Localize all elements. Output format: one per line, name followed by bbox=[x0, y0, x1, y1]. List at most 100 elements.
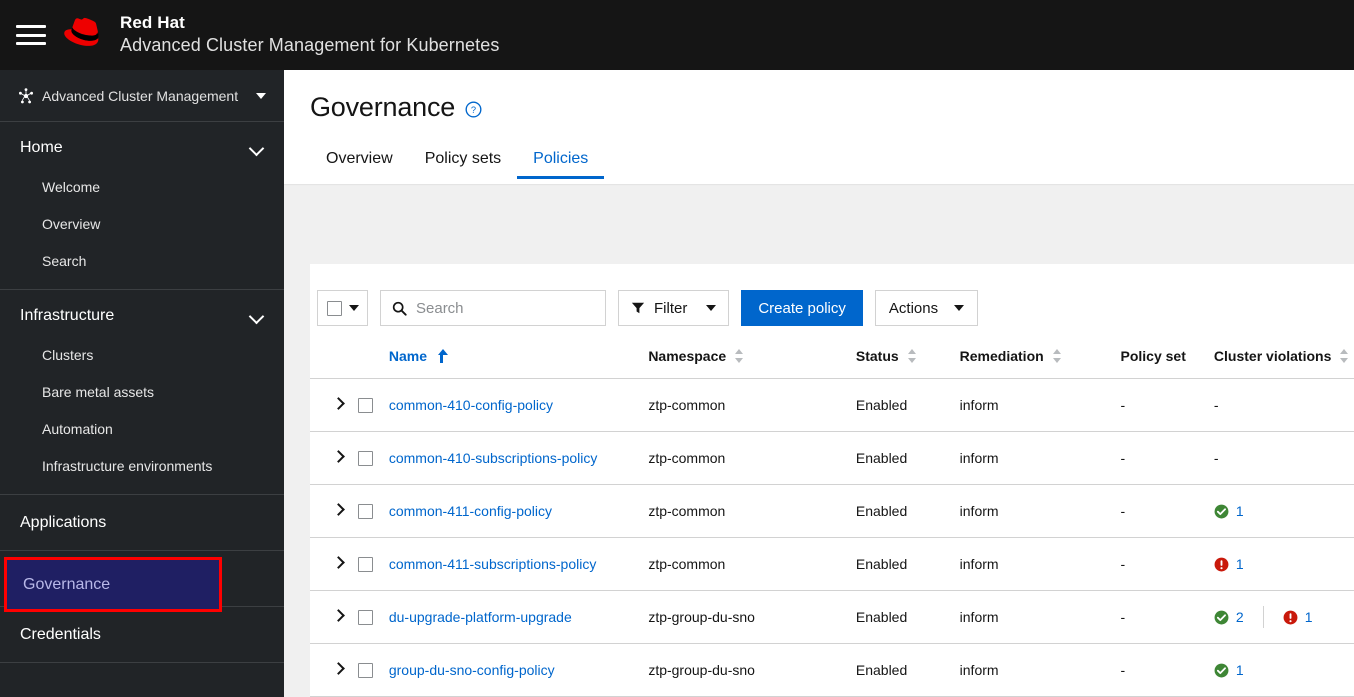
search-icon bbox=[392, 301, 407, 316]
tabs: Overview Policy sets Policies bbox=[310, 141, 1354, 179]
tab-policies[interactable]: Policies bbox=[517, 141, 605, 179]
policy-name-cell: common-411-subscriptions-policy bbox=[388, 537, 649, 591]
status-cell: Enabled bbox=[855, 537, 960, 591]
policy-name-link[interactable]: common-411-subscriptions-policy bbox=[389, 556, 596, 572]
red-hat-logo bbox=[64, 17, 99, 46]
caret-down-icon[interactable] bbox=[706, 305, 717, 311]
header-namespace[interactable]: Namespace bbox=[648, 344, 856, 379]
filter-dropdown[interactable]: Filter bbox=[618, 290, 730, 326]
chevron-down-icon[interactable] bbox=[250, 309, 264, 323]
sidebar-item-overview[interactable]: Overview bbox=[0, 205, 284, 242]
row-checkbox[interactable] bbox=[357, 610, 373, 626]
chevron-right-icon[interactable] bbox=[332, 450, 346, 464]
policy-set-cell: - bbox=[1120, 431, 1214, 485]
policy-name-link[interactable]: group-du-sno-config-policy bbox=[389, 662, 555, 678]
row-expand-cell bbox=[310, 590, 358, 644]
main-content: Governance ? Overview Policy sets Polici… bbox=[284, 70, 1354, 697]
actions-dropdown[interactable]: Actions bbox=[874, 290, 979, 326]
sidebar-item-governance[interactable]: Governance bbox=[0, 551, 284, 612]
header-policy-set[interactable]: Policy set bbox=[1120, 344, 1214, 379]
sidebar-item-bare-metal-assets[interactable]: Bare metal assets bbox=[0, 373, 284, 410]
row-expand-cell bbox=[310, 537, 358, 591]
sidebar-item-label: Governance bbox=[23, 575, 111, 593]
tab-policy-sets[interactable]: Policy sets bbox=[409, 141, 517, 179]
nav-group-infrastructure: Infrastructure Clusters Bare metal asset… bbox=[0, 290, 284, 495]
sidebar-item-clusters[interactable]: Clusters bbox=[0, 336, 284, 373]
violation-icon bbox=[1283, 610, 1298, 624]
cluster-violations-cell: 21 bbox=[1213, 590, 1354, 644]
violated-count: 1 bbox=[1235, 556, 1244, 572]
sidebar-item-applications[interactable]: Applications bbox=[0, 495, 284, 551]
policy-name-link[interactable]: common-410-config-policy bbox=[389, 397, 553, 413]
compliant-violations[interactable]: 1 bbox=[1214, 503, 1244, 519]
sort-icon[interactable] bbox=[907, 349, 917, 363]
chevron-down-icon[interactable] bbox=[250, 141, 264, 155]
governance-highlight-box: Governance bbox=[4, 557, 222, 612]
row-checkbox[interactable] bbox=[357, 663, 373, 679]
policy-name-link[interactable]: common-411-config-policy bbox=[389, 503, 552, 519]
chevron-right-icon[interactable] bbox=[332, 397, 346, 411]
sort-ascending-icon[interactable] bbox=[436, 349, 448, 363]
bulk-select-dropdown[interactable] bbox=[317, 290, 368, 326]
chevron-right-icon[interactable] bbox=[332, 556, 346, 570]
status-cell: Enabled bbox=[855, 378, 960, 432]
sort-icon[interactable] bbox=[1052, 349, 1062, 363]
nav-section-infrastructure[interactable]: Infrastructure bbox=[0, 296, 284, 336]
policy-set-cell: - bbox=[1120, 590, 1214, 644]
row-checkbox[interactable] bbox=[357, 398, 373, 414]
sidebar-item-credentials[interactable]: Credentials bbox=[0, 607, 284, 663]
violated-violations[interactable]: 1 bbox=[1283, 609, 1313, 625]
remediation-cell: inform bbox=[959, 643, 1121, 697]
policy-name-link[interactable]: common-410-subscriptions-policy bbox=[389, 450, 598, 466]
remediation-cell: inform bbox=[959, 484, 1121, 538]
status-cell: Enabled bbox=[855, 590, 960, 644]
hamburger-icon[interactable] bbox=[16, 22, 46, 48]
table-row: group-du-sno-config-policy ztp-group-du-s… bbox=[310, 643, 1354, 697]
sidebar-item-automation[interactable]: Automation bbox=[0, 410, 284, 447]
create-policy-button[interactable]: Create policy bbox=[741, 290, 863, 326]
tab-overview[interactable]: Overview bbox=[310, 141, 409, 179]
search-input[interactable]: Search bbox=[380, 290, 606, 326]
sort-icon[interactable] bbox=[1340, 349, 1349, 363]
caret-down-icon[interactable] bbox=[348, 305, 359, 311]
table-toolbar: Search Filter Create policy Actions bbox=[310, 264, 1354, 326]
page-title: Governance bbox=[310, 92, 456, 122]
caret-down-icon[interactable] bbox=[256, 92, 266, 99]
chevron-right-icon[interactable] bbox=[332, 609, 346, 623]
caret-down-icon[interactable] bbox=[954, 305, 965, 311]
sidebar-item-infrastructure-environments[interactable]: Infrastructure environments bbox=[0, 447, 284, 484]
table-head: Name Namespace Status Remediation Policy… bbox=[310, 344, 1354, 379]
header-name[interactable]: Name bbox=[388, 344, 649, 379]
search-placeholder: Search bbox=[416, 299, 464, 317]
sidebar-item-label: Welcome bbox=[42, 178, 101, 195]
chevron-right-icon[interactable] bbox=[332, 503, 346, 517]
help-circle-icon[interactable]: ? bbox=[465, 101, 482, 118]
cluster-violations-cell: 1 bbox=[1213, 643, 1354, 697]
header-label: Status bbox=[855, 348, 899, 364]
nav-section-home[interactable]: Home bbox=[0, 128, 284, 168]
violated-violations[interactable]: 1 bbox=[1214, 556, 1244, 572]
sidebar-item-search[interactable]: Search bbox=[0, 242, 284, 279]
divider bbox=[1262, 606, 1264, 628]
checkbox-icon[interactable] bbox=[326, 300, 342, 316]
row-checkbox[interactable] bbox=[357, 557, 373, 573]
chevron-right-icon[interactable] bbox=[332, 662, 346, 676]
row-checkbox[interactable] bbox=[357, 451, 373, 467]
cluster-violations-cell: 1 bbox=[1213, 537, 1354, 591]
sidebar-item-label: Bare metal assets bbox=[42, 383, 155, 400]
header-select bbox=[357, 344, 389, 379]
header-remediation[interactable]: Remediation bbox=[959, 344, 1121, 379]
table-row: common-411-subscriptions-policy ztp-commo… bbox=[310, 537, 1354, 591]
perspective-switcher[interactable]: Advanced Cluster Management bbox=[0, 70, 284, 122]
compliant-violations[interactable]: 2 bbox=[1214, 609, 1244, 625]
product-name: Advanced Cluster Management for Kubernet… bbox=[120, 35, 500, 55]
header-cluster-violations[interactable]: Cluster violations bbox=[1213, 344, 1354, 379]
sidebar-item-label: Automation bbox=[42, 420, 113, 437]
row-checkbox[interactable] bbox=[357, 504, 373, 520]
policy-name-cell: common-411-config-policy bbox=[388, 484, 649, 538]
header-status[interactable]: Status bbox=[855, 344, 960, 379]
compliant-violations[interactable]: 1 bbox=[1214, 662, 1244, 678]
policy-name-link[interactable]: du-upgrade-platform-upgrade bbox=[389, 609, 572, 625]
sidebar-item-welcome[interactable]: Welcome bbox=[0, 168, 284, 205]
sort-icon[interactable] bbox=[735, 349, 744, 363]
